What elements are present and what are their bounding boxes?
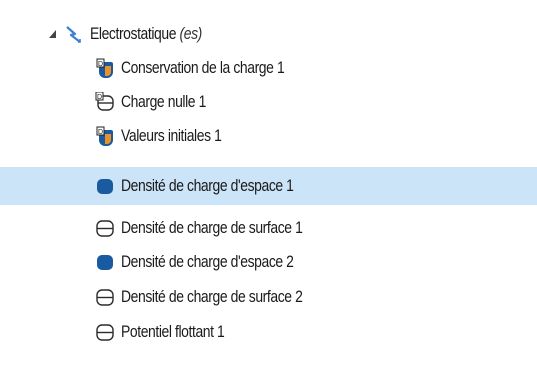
tree-node-label: Densité de charge d'espace 2 (121, 252, 294, 271)
tree-node-densite-de-charge-d-espace-2[interactable]: Densité de charge d'espace 2 (0, 245, 537, 279)
domain-feature-icon (95, 176, 115, 196)
tree-node-densite-de-charge-de-surface-1[interactable]: Densité de charge de surface 1 (0, 211, 537, 245)
boundary-feature-icon (95, 218, 115, 238)
domain-feature-icon (95, 252, 115, 272)
tree-node-conservation-de-la-charge-1[interactable]: D Conservation de la charge 1 (0, 51, 537, 85)
tree-node-charge-nulle-1[interactable]: D Charge nulle 1 (0, 85, 537, 119)
svg-text:D: D (98, 129, 103, 136)
svg-text:D: D (98, 61, 103, 68)
physics-tag: (es) (179, 24, 203, 43)
boundary-feature-icon (95, 322, 115, 342)
tree-node-densite-de-charge-d-espace-1[interactable]: Densité de charge d'espace 1 (0, 167, 537, 205)
tree-node-label: Densité de charge d'espace 1 (121, 176, 294, 195)
tree-node-label: Potentiel flottant 1 (121, 322, 225, 341)
electrostatics-physics-icon (64, 24, 84, 44)
tree-node-label: Densité de charge de surface 2 (121, 287, 303, 306)
domain-condition-default-icon: D (95, 58, 115, 78)
boundary-feature-icon (95, 287, 115, 307)
tree-node-electrostatics[interactable]: Electrostatique (es) (0, 17, 537, 51)
tree-node-potentiel-flottant-1[interactable]: Potentiel flottant 1 (0, 315, 537, 349)
expand-collapse-toggle-icon[interactable] (46, 24, 60, 44)
tree-node-label: Charge nulle 1 (121, 92, 206, 111)
tree-node-label: Densité de charge de surface 1 (121, 218, 303, 237)
physics-name: Electrostatique (90, 24, 177, 43)
svg-text:D: D (97, 94, 102, 101)
boundary-condition-default-icon: D (95, 92, 115, 112)
model-builder-tree: Electrostatique (es) D Conservation de l… (0, 0, 537, 365)
tree-node-label: Electrostatique (es) (90, 24, 202, 44)
tree-node-label: Conservation de la charge 1 (121, 58, 285, 77)
tree-node-label: Valeurs initiales 1 (121, 126, 222, 145)
initial-values-icon: D (95, 126, 115, 146)
tree-node-densite-de-charge-de-surface-2[interactable]: Densité de charge de surface 2 (0, 280, 537, 314)
tree-node-valeurs-initiales-1[interactable]: D Valeurs initiales 1 (0, 119, 537, 153)
